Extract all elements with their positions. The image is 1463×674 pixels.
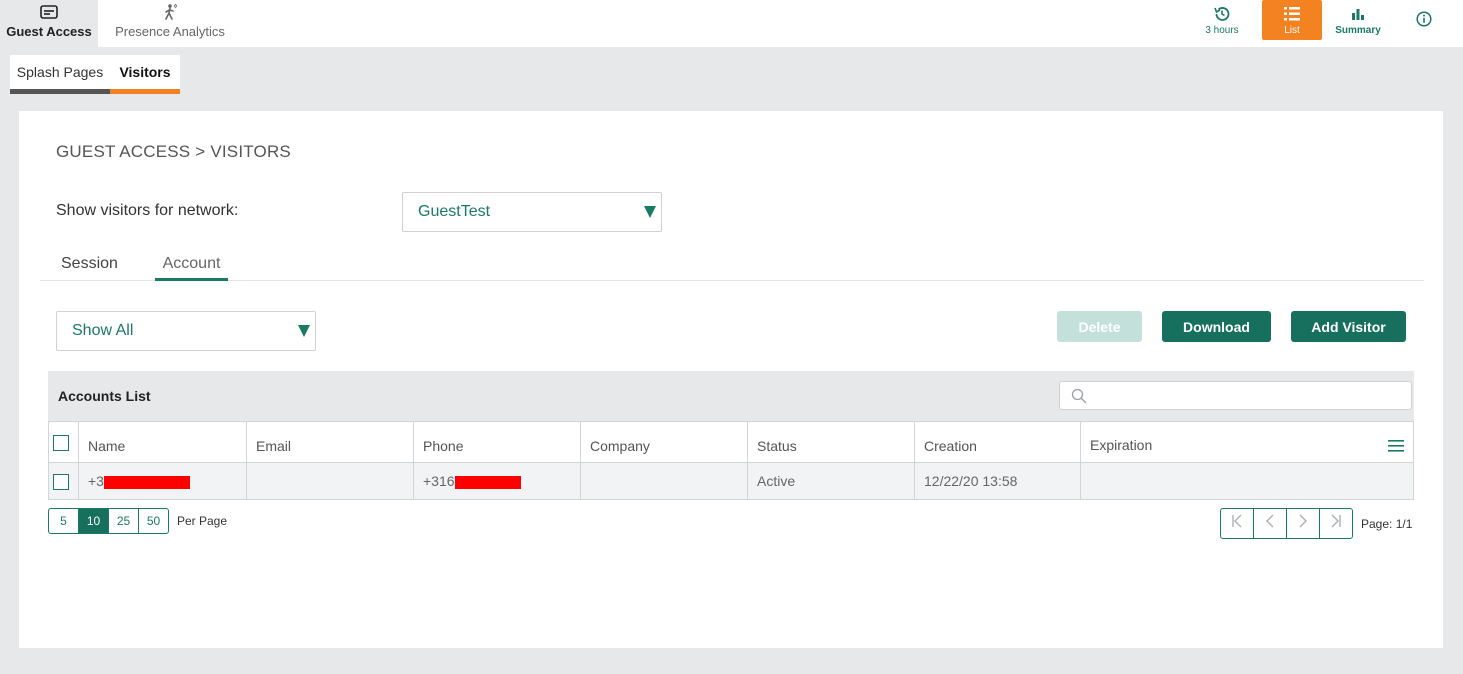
column-header-expiration[interactable]: Expiration xyxy=(1090,437,1152,453)
last-page-button[interactable] xyxy=(1319,508,1353,539)
cell-name: +3 xyxy=(78,462,247,500)
history-icon xyxy=(1213,5,1231,23)
status-filter-value: Show All xyxy=(72,322,134,339)
cell-phone-text: +316 xyxy=(423,473,455,489)
list-icon xyxy=(1283,5,1301,23)
per-page-25[interactable]: 25 xyxy=(108,508,139,534)
cell-name-text: +3 xyxy=(88,473,104,489)
time-range-button[interactable]: 3 hours xyxy=(1196,0,1248,40)
info-icon xyxy=(1416,10,1432,28)
summary-view-button[interactable]: Summary xyxy=(1330,0,1386,40)
per-page-10[interactable]: 10 xyxy=(78,508,109,534)
walking-person-icon xyxy=(161,3,179,21)
select-all-cell xyxy=(48,421,79,463)
row-checkbox[interactable] xyxy=(53,473,69,490)
column-header-email[interactable]: Email xyxy=(246,421,414,463)
top-bar: Guest Access Presence Analytics 3 hours … xyxy=(0,0,1463,47)
redaction-bar xyxy=(103,475,190,489)
chevron-right-icon xyxy=(1298,514,1308,533)
per-page-label: Per Page xyxy=(177,514,228,528)
table-row[interactable]: +3 +316 Active 12/22/20 13:58 xyxy=(48,462,1414,500)
last-page-icon xyxy=(1330,514,1342,533)
delete-button[interactable]: Delete xyxy=(1057,311,1142,342)
caret-down-icon xyxy=(298,325,310,337)
download-button[interactable]: Download xyxy=(1162,311,1271,342)
tab-visitors[interactable]: Visitors xyxy=(110,55,180,94)
previous-page-button[interactable] xyxy=(1253,508,1287,539)
add-visitor-button[interactable]: Add Visitor xyxy=(1291,311,1406,342)
pager: Page: 1/1 xyxy=(1220,508,1412,539)
tab-splash-pages[interactable]: Splash Pages xyxy=(10,55,110,94)
column-header-company[interactable]: Company xyxy=(580,421,748,463)
tab-session[interactable]: Session xyxy=(61,255,118,281)
cell-status: Active xyxy=(747,462,915,500)
app-tab-guest-access[interactable]: Guest Access xyxy=(0,0,98,47)
list-view-button[interactable]: List xyxy=(1262,0,1322,40)
network-select-value: GuestTest xyxy=(418,203,491,220)
network-select[interactable]: GuestTest xyxy=(402,192,662,232)
column-header-phone[interactable]: Phone xyxy=(413,421,581,463)
first-page-icon xyxy=(1231,514,1243,533)
time-range-label: 3 hours xyxy=(1205,24,1239,36)
app-tab-label: Presence Analytics xyxy=(115,24,225,39)
breadcrumb: GUEST ACCESS > VISITORS xyxy=(56,142,291,161)
cell-email xyxy=(246,462,414,500)
table-header-bar: Accounts List xyxy=(48,371,1414,421)
column-header-status[interactable]: Status xyxy=(747,421,915,463)
view-tabs: Session Account xyxy=(40,247,1424,281)
app-tab-label: Guest Access xyxy=(6,24,92,39)
table-title: Accounts List xyxy=(58,388,151,404)
summary-view-label: Summary xyxy=(1335,24,1381,36)
chevron-left-icon xyxy=(1265,514,1275,533)
status-filter-select[interactable]: Show All xyxy=(56,311,316,351)
per-page-selector: 5 10 25 50 Per Page xyxy=(48,508,227,534)
row-select-cell xyxy=(48,462,79,500)
column-menu-icon[interactable] xyxy=(1388,439,1404,455)
caret-down-icon xyxy=(644,206,656,218)
cell-phone: +316 xyxy=(413,462,581,500)
column-header-creation[interactable]: Creation xyxy=(914,421,1081,463)
search-input[interactable] xyxy=(1059,381,1412,410)
redaction-bar xyxy=(454,475,521,489)
per-page-50[interactable]: 50 xyxy=(138,508,169,534)
id-card-icon xyxy=(40,3,58,21)
tab-account[interactable]: Account xyxy=(155,255,228,281)
accounts-table: Name Email Phone Company Status Creation… xyxy=(48,421,1414,500)
page-indicator: Page: 1/1 xyxy=(1361,516,1413,531)
table-header-row: Name Email Phone Company Status Creation… xyxy=(48,421,1414,463)
first-page-button[interactable] xyxy=(1220,508,1254,539)
list-view-label: List xyxy=(1284,24,1300,36)
per-page-5[interactable]: 5 xyxy=(48,508,79,534)
cell-creation: 12/22/20 13:58 xyxy=(914,462,1081,500)
search-icon xyxy=(1071,388,1087,409)
cell-company xyxy=(580,462,748,500)
info-button[interactable] xyxy=(1408,0,1440,40)
next-page-button[interactable] xyxy=(1286,508,1320,539)
network-label: Show visitors for network: xyxy=(56,202,239,219)
select-all-checkbox[interactable] xyxy=(53,434,69,451)
cell-expiration xyxy=(1080,462,1414,500)
column-header-name[interactable]: Name xyxy=(78,421,247,463)
column-header-expiration-cell: Expiration xyxy=(1080,421,1414,463)
app-tab-presence-analytics[interactable]: Presence Analytics xyxy=(98,0,242,47)
bar-chart-icon xyxy=(1351,5,1365,23)
